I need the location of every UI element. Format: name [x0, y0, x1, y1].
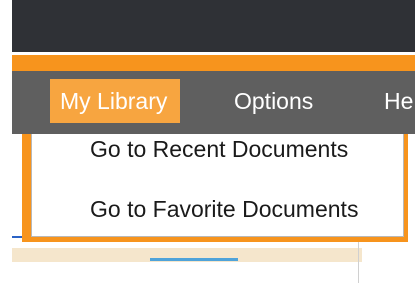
menu-item-favorite-documents[interactable]: Go to Favorite Documents — [32, 186, 403, 232]
background-divider — [358, 240, 359, 283]
background-blue-line — [150, 258, 238, 261]
menu-my-library[interactable]: My Library — [50, 79, 180, 123]
background-link-underline — [12, 236, 22, 238]
top-bar — [0, 0, 415, 52]
left-gutter — [0, 0, 12, 283]
accent-stripe — [12, 55, 415, 71]
my-library-dropdown: Go to Recent Documents Go to Favorite Do… — [22, 134, 408, 242]
menu-item-recent-documents[interactable]: Go to Recent Documents — [32, 126, 403, 172]
menu-options[interactable]: Options — [224, 79, 323, 123]
dropdown-panel: Go to Recent Documents Go to Favorite Do… — [31, 134, 404, 237]
menu-bar: My Library Options He — [12, 71, 415, 134]
menu-help[interactable]: He — [374, 79, 415, 123]
